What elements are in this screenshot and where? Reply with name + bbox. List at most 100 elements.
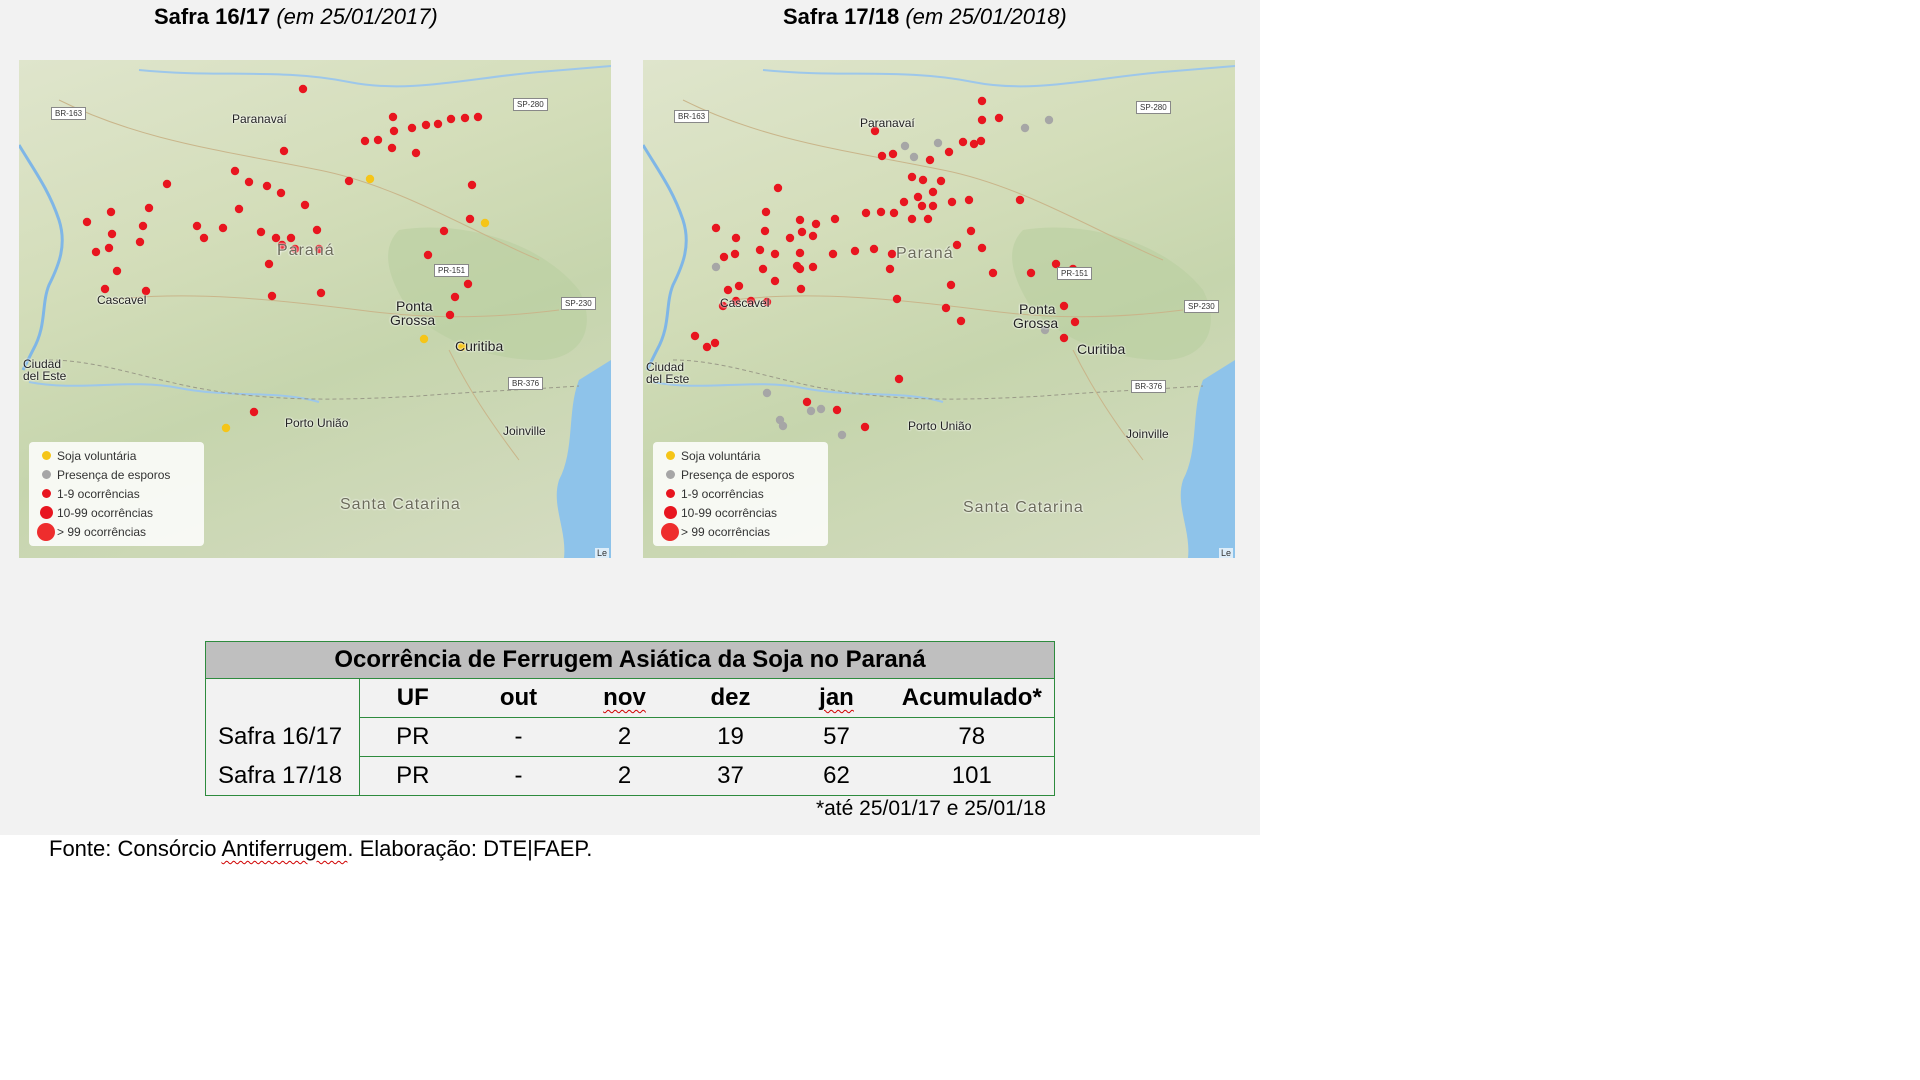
occurrence-marker[interactable] — [869, 244, 879, 254]
occurrence-marker[interactable] — [249, 407, 259, 417]
occurrence-marker[interactable] — [923, 214, 933, 224]
occurrence-marker[interactable] — [837, 430, 847, 440]
occurrence-marker[interactable] — [828, 249, 838, 259]
occurrence-marker[interactable] — [407, 123, 417, 133]
occurrence-marker[interactable] — [460, 113, 470, 123]
occurrence-marker[interactable] — [710, 338, 720, 348]
occurrence-marker[interactable] — [928, 201, 938, 211]
occurrence-marker[interactable] — [755, 245, 765, 255]
occurrence-marker[interactable] — [312, 225, 322, 235]
occurrence-marker[interactable] — [861, 208, 871, 218]
occurrence-marker[interactable] — [918, 175, 928, 185]
occurrence-marker[interactable] — [450, 292, 460, 302]
occurrence-marker[interactable] — [388, 112, 398, 122]
occurrence-marker[interactable] — [730, 249, 740, 259]
occurrence-marker[interactable] — [761, 207, 771, 217]
occurrence-marker[interactable] — [850, 246, 860, 256]
occurrence-marker[interactable] — [909, 152, 919, 162]
occurrence-marker[interactable] — [199, 233, 209, 243]
occurrence-marker[interactable] — [946, 280, 956, 290]
occurrence-marker[interactable] — [936, 176, 946, 186]
occurrence-marker[interactable] — [218, 223, 228, 233]
occurrence-marker[interactable] — [467, 180, 477, 190]
occurrence-marker[interactable] — [796, 284, 806, 294]
occurrence-marker[interactable] — [373, 135, 383, 145]
occurrence-marker[interactable] — [778, 421, 788, 431]
occurrence-marker[interactable] — [135, 237, 145, 247]
occurrence-marker[interactable] — [925, 155, 935, 165]
occurrence-marker[interactable] — [162, 179, 172, 189]
occurrence-marker[interactable] — [82, 217, 92, 227]
occurrence-marker[interactable] — [734, 281, 744, 291]
occurrence-marker[interactable] — [1015, 195, 1025, 205]
occurrence-marker[interactable] — [286, 233, 296, 243]
occurrence-marker[interactable] — [702, 342, 712, 352]
occurrence-marker[interactable] — [808, 262, 818, 272]
occurrence-marker[interactable] — [797, 227, 807, 237]
occurrence-marker[interactable] — [300, 200, 310, 210]
occurrence-marker[interactable] — [773, 183, 783, 193]
occurrence-marker[interactable] — [1026, 268, 1036, 278]
occurrence-marker[interactable] — [808, 231, 818, 241]
map-attribution[interactable]: Le — [1218, 548, 1233, 558]
occurrence-marker[interactable] — [907, 214, 917, 224]
occurrence-marker[interactable] — [877, 151, 887, 161]
occurrence-marker[interactable] — [885, 264, 895, 274]
map-safra-1718[interactable]: Paranavaí Paraná Cascavel Ponta Grossa Curiti… — [643, 60, 1235, 558]
occurrence-marker[interactable] — [860, 422, 870, 432]
occurrence-marker[interactable] — [267, 291, 277, 301]
occurrence-marker[interactable] — [832, 405, 842, 415]
occurrence-marker[interactable] — [944, 147, 954, 157]
occurrence-marker[interactable] — [889, 208, 899, 218]
occurrence-marker[interactable] — [795, 248, 805, 258]
occurrence-marker[interactable] — [913, 192, 923, 202]
occurrence-marker[interactable] — [387, 143, 397, 153]
occurrence-marker[interactable] — [463, 279, 473, 289]
occurrence-marker[interactable] — [711, 262, 721, 272]
occurrence-marker[interactable] — [316, 288, 326, 298]
occurrence-marker[interactable] — [1020, 123, 1030, 133]
occurrence-marker[interactable] — [892, 294, 902, 304]
occurrence-marker[interactable] — [411, 148, 421, 158]
occurrence-marker[interactable] — [298, 84, 308, 94]
occurrence-marker[interactable] — [107, 229, 117, 239]
occurrence-marker[interactable] — [933, 138, 943, 148]
occurrence-marker[interactable] — [423, 250, 433, 260]
occurrence-marker[interactable] — [964, 195, 974, 205]
occurrence-marker[interactable] — [480, 218, 490, 228]
occurrence-marker[interactable] — [907, 172, 917, 182]
occurrence-marker[interactable] — [917, 201, 927, 211]
occurrence-marker[interactable] — [360, 136, 370, 146]
occurrence-marker[interactable] — [723, 285, 733, 295]
occurrence-marker[interactable] — [365, 174, 375, 184]
occurrence-marker[interactable] — [811, 219, 821, 229]
occurrence-marker[interactable] — [876, 207, 886, 217]
occurrence-marker[interactable] — [1044, 115, 1054, 125]
map-attribution[interactable]: Le — [594, 548, 609, 558]
occurrence-marker[interactable] — [976, 136, 986, 146]
occurrence-marker[interactable] — [221, 423, 231, 433]
occurrence-marker[interactable] — [138, 221, 148, 231]
occurrence-marker[interactable] — [894, 374, 904, 384]
occurrence-marker[interactable] — [816, 404, 826, 414]
occurrence-marker[interactable] — [112, 266, 122, 276]
occurrence-marker[interactable] — [977, 243, 987, 253]
occurrence-marker[interactable] — [262, 181, 272, 191]
occurrence-marker[interactable] — [264, 259, 274, 269]
occurrence-marker[interactable] — [276, 188, 286, 198]
occurrence-marker[interactable] — [770, 276, 780, 286]
occurrence-marker[interactable] — [344, 176, 354, 186]
occurrence-marker[interactable] — [192, 221, 202, 231]
occurrence-marker[interactable] — [244, 177, 254, 187]
occurrence-marker[interactable] — [758, 264, 768, 274]
occurrence-marker[interactable] — [795, 215, 805, 225]
occurrence-marker[interactable] — [1059, 333, 1069, 343]
occurrence-marker[interactable] — [792, 261, 802, 271]
occurrence-marker[interactable] — [445, 310, 455, 320]
occurrence-marker[interactable] — [1070, 317, 1080, 327]
occurrence-marker[interactable] — [762, 388, 772, 398]
occurrence-marker[interactable] — [785, 233, 795, 243]
occurrence-marker[interactable] — [690, 331, 700, 341]
occurrence-marker[interactable] — [91, 247, 101, 257]
occurrence-marker[interactable] — [433, 119, 443, 129]
